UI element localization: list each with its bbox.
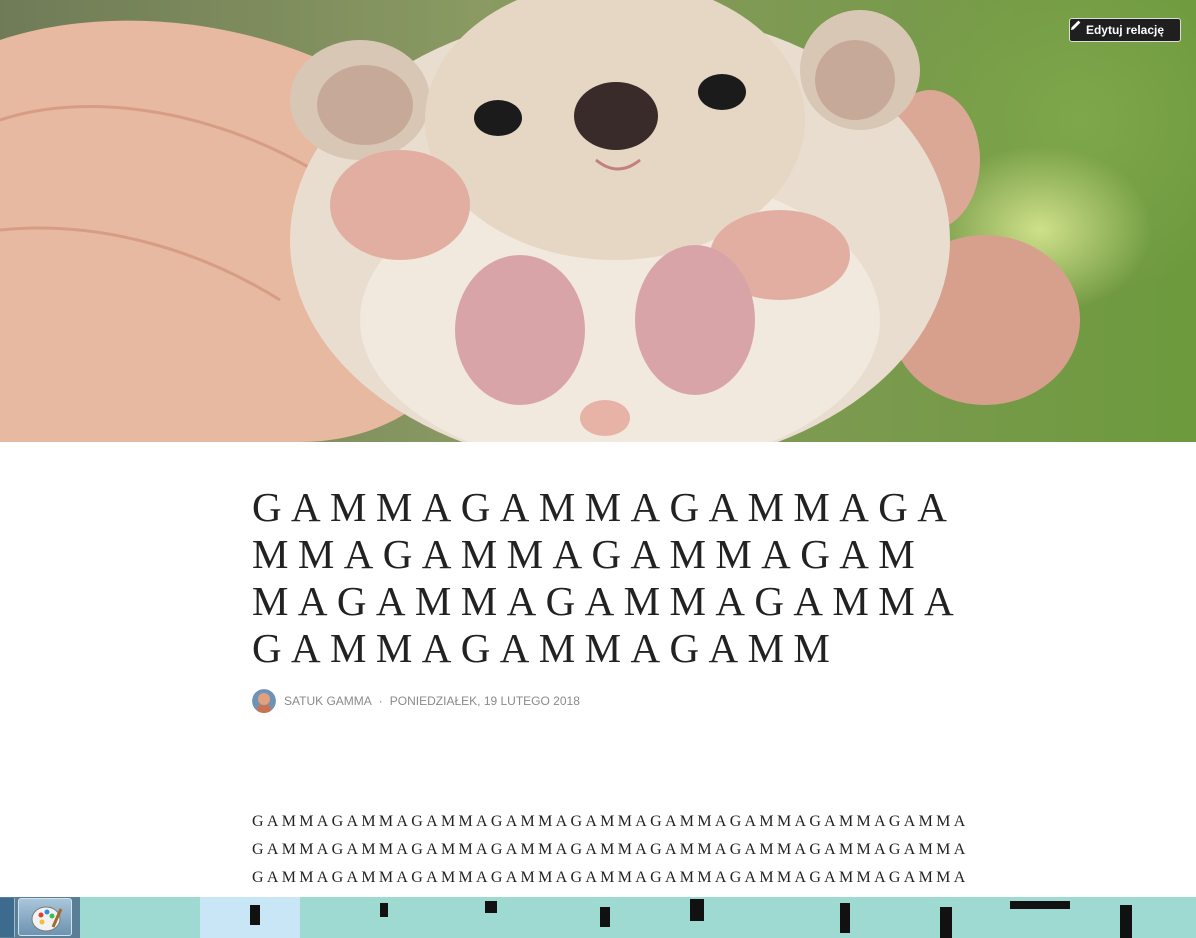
hero-image: Edytuj relację (0, 0, 1196, 442)
author-avatar[interactable] (252, 689, 276, 713)
post-body: GAMMAGAMMAGAMMAGAMMAGAMMAGAMMAGAMMAGAMMA… (252, 808, 969, 892)
start-button-edge[interactable] (0, 898, 15, 937)
body-line: GAMMAGAMMAGAMMAGAMMAGAMMAGAMMAGAMMAGAMMA… (252, 841, 969, 858)
pencil-icon (1071, 20, 1081, 30)
author-name[interactable]: SATUK GAMMA (284, 694, 372, 708)
post-title: GAMMAGAMMAGAMMAGAMMAGAMMAGAMMAGAMMAGAMMA… (252, 484, 964, 671)
body-line: GAMMAGAMMAGAMMAGAMMAGAMMAGAMMAGAMMAGAMMA… (252, 813, 969, 830)
taskbar (0, 897, 1196, 938)
hedgehog-photo (0, 0, 1080, 442)
avatar-image (252, 689, 276, 713)
desktop-wallpaper (200, 897, 1132, 938)
post-meta: SATUK GAMMA · PONIEDZIAŁEK, 19 LUTEGO 20… (252, 688, 972, 714)
meta-separator: · (378, 694, 383, 708)
paint-icon (31, 906, 63, 932)
taskbar-app-paint[interactable] (18, 898, 72, 936)
edit-post-label: Edytuj relację (1085, 23, 1165, 37)
edit-post-button[interactable]: Edytuj relację (1069, 18, 1181, 42)
post-header: GAMMAGAMMAGAMMAGAMMAGAMMAGAMMAGAMMAGAMMA… (252, 442, 972, 714)
body-line: GAMMAGAMMAGAMMAGAMMAGAMMAGAMMAGAMMAGAMMA… (252, 869, 969, 886)
post-date: PONIEDZIAŁEK, 19 LUTEGO 2018 (389, 694, 580, 708)
